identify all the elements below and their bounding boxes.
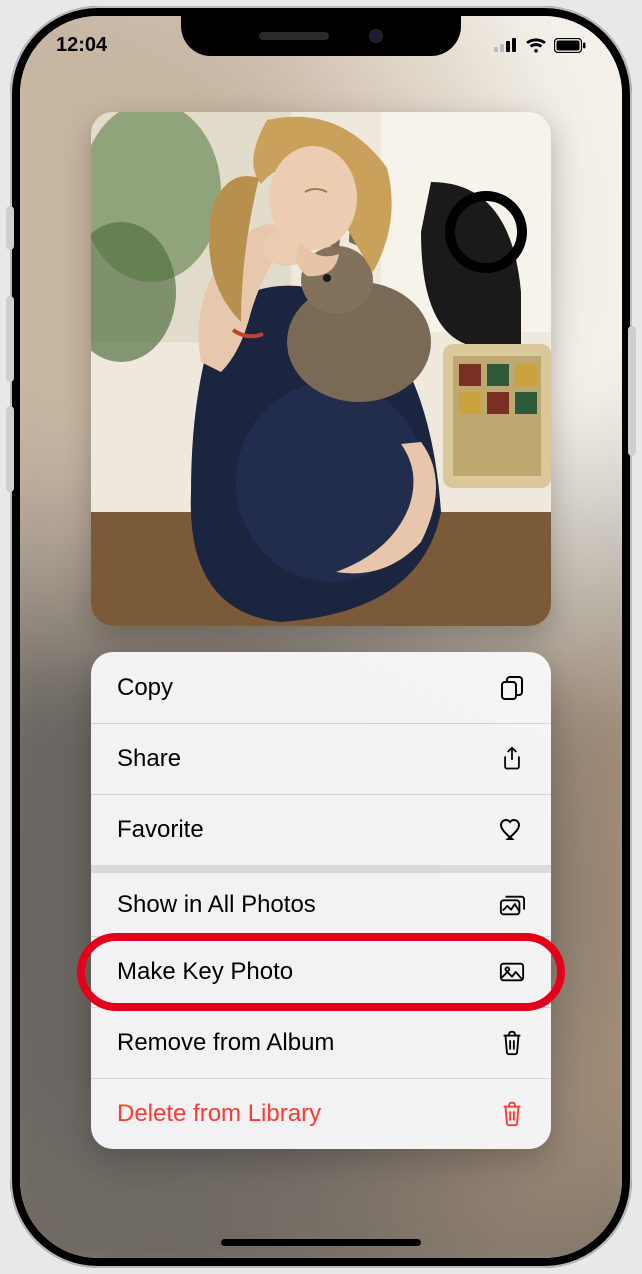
- power-button: [628, 326, 636, 456]
- share-icon: [497, 744, 527, 774]
- home-indicator[interactable]: [221, 1239, 421, 1246]
- menu-item-favorite[interactable]: Favorite: [91, 794, 551, 865]
- notch: [181, 16, 461, 56]
- context-menu: Copy Share: [91, 652, 551, 1149]
- menu-item-label: Remove from Album: [117, 1029, 334, 1057]
- menu-item-label: Copy: [117, 674, 173, 702]
- phone-frame: 12:04: [10, 6, 632, 1268]
- menu-item-make-key-photo[interactable]: Make Key Photo: [91, 936, 551, 1007]
- screen: 12:04: [20, 16, 622, 1258]
- photo-preview[interactable]: [91, 112, 551, 626]
- photo-stack-icon: [497, 890, 527, 920]
- menu-item-share[interactable]: Share: [91, 723, 551, 794]
- status-indicators: [494, 37, 586, 53]
- cellular-icon: [494, 38, 518, 52]
- menu-item-label: Delete from Library: [117, 1100, 321, 1128]
- status-time: 12:04: [56, 34, 107, 57]
- trash-icon: [497, 1099, 527, 1129]
- menu-item-label: Make Key Photo: [117, 958, 293, 986]
- menu-item-show-all-photos[interactable]: Show in All Photos: [91, 865, 551, 936]
- menu-item-label: Show in All Photos: [117, 891, 316, 919]
- photo-icon: [497, 957, 527, 987]
- wifi-icon: [525, 37, 547, 53]
- silence-switch: [6, 206, 14, 250]
- volume-down-button: [6, 406, 14, 492]
- heart-icon: [497, 815, 527, 845]
- speaker-grille: [259, 32, 329, 40]
- menu-item-label: Share: [117, 745, 181, 773]
- trash-icon: [497, 1028, 527, 1058]
- menu-item-delete-from-library[interactable]: Delete from Library: [91, 1078, 551, 1149]
- copy-icon: [497, 673, 527, 703]
- front-camera: [369, 29, 383, 43]
- menu-item-copy[interactable]: Copy: [91, 652, 551, 723]
- phone-bezel: 12:04: [20, 16, 622, 1258]
- volume-up-button: [6, 296, 14, 382]
- menu-item-label: Favorite: [117, 816, 204, 844]
- menu-item-remove-from-album[interactable]: Remove from Album: [91, 1007, 551, 1078]
- battery-icon: [554, 38, 586, 53]
